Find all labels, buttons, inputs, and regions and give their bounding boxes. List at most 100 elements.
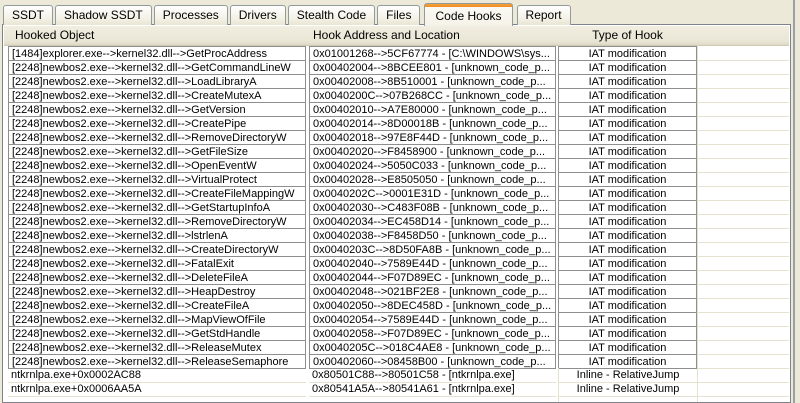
table-row[interactable]: [2248]newbos2.exe-->kernel32.dll-->Delet… <box>4 270 789 285</box>
table-row[interactable]: [2248]newbos2.exe-->kernel32.dll-->Creat… <box>4 298 789 313</box>
table-row[interactable]: [2248]newbos2.exe-->kernel32.dll-->HeapD… <box>4 284 789 299</box>
cell-filler <box>697 298 789 313</box>
table-row[interactable]: ntkrnlpa.exe+0x0006AA5A0x80541A5A-->8054… <box>4 382 789 397</box>
cell-hook-type: IAT modification <box>558 200 697 215</box>
table-row[interactable]: [2248]newbos2.exe-->kernel32.dll-->LoadL… <box>4 74 789 89</box>
cell-hook-type: IAT modification <box>558 214 697 229</box>
cell-filler <box>697 340 789 355</box>
cell-hook-address: 0x00402040-->7589E44D - [unknown_code_p.… <box>309 256 556 271</box>
table-row[interactable]: [2248]newbos2.exe-->kernel32.dll-->GetSt… <box>4 200 789 215</box>
table-row[interactable]: [2248]newbos2.exe-->kernel32.dll-->MapVi… <box>4 312 789 327</box>
table-row[interactable]: [2248]newbos2.exe-->kernel32.dll-->GetVe… <box>4 102 789 117</box>
table-row[interactable]: [2248]newbos2.exe-->kernel32.dll-->lstrl… <box>4 228 789 243</box>
cell-filler <box>697 130 789 145</box>
cell-filler <box>697 88 789 103</box>
table-row[interactable]: [2248]newbos2.exe-->kernel32.dll-->Creat… <box>4 116 789 131</box>
table-row[interactable]: [2248]newbos2.exe-->kernel32.dll-->Fatal… <box>4 256 789 271</box>
tab-files[interactable]: Files <box>377 5 420 25</box>
cell-filler <box>697 368 789 383</box>
column-header-type-of-hook[interactable]: Type of Hook <box>558 26 697 45</box>
cell-hook-address: 0x00402018-->97E8F44D - [unknown_code_p.… <box>309 130 556 145</box>
cell-hook-address: 0x00402044-->F07D89EC - [unknown_code_p.… <box>309 270 556 285</box>
cell-hook-type: IAT modification <box>558 256 697 271</box>
cell-hook-address: 0x01001268-->5CF67774 - [C:\WINDOWS\sys.… <box>309 46 556 61</box>
cell-hook-type: IAT modification <box>558 60 697 75</box>
cell-filler <box>697 214 789 229</box>
cell-filler <box>697 242 789 257</box>
table-row[interactable]: [2248]newbos2.exe-->kernel32.dll-->Remov… <box>4 130 789 145</box>
cell-hook-type: IAT modification <box>558 284 697 299</box>
tab-shadow-ssdt[interactable]: Shadow SSDT <box>55 5 152 25</box>
cell-hooked-object: [2248]newbos2.exe-->kernel32.dll-->Creat… <box>8 88 306 103</box>
table-row[interactable]: [2248]newbos2.exe-->kernel32.dll-->GetCo… <box>4 60 789 75</box>
tab-processes[interactable]: Processes <box>154 5 228 25</box>
cell-filler <box>697 158 789 173</box>
cell-hooked-object: [2248]newbos2.exe-->kernel32.dll-->MapVi… <box>8 312 306 327</box>
table-row[interactable]: [2248]newbos2.exe-->kernel32.dll-->Creat… <box>4 242 789 257</box>
tab-drivers[interactable]: Drivers <box>230 5 286 25</box>
cell-filler <box>697 144 789 159</box>
table-row[interactable]: [2248]newbos2.exe-->kernel32.dll-->Creat… <box>4 88 789 103</box>
table-row[interactable]: [2248]newbos2.exe-->kernel32.dll-->Remov… <box>4 214 789 229</box>
cell-hook-address: 0x00402054-->7589E44D - [unknown_code_p.… <box>309 312 556 327</box>
tab-report[interactable]: Report <box>517 5 571 25</box>
cell-filler <box>697 312 789 327</box>
cell-hooked-object: [2248]newbos2.exe-->kernel32.dll-->LoadL… <box>8 74 306 89</box>
cell-hooked-object: [2248]newbos2.exe-->kernel32.dll-->Creat… <box>8 116 306 131</box>
cell-hook-address: 0x00402014-->8D00018B - [unknown_code_p.… <box>309 116 556 131</box>
cell-hook-type: IAT modification <box>558 242 697 257</box>
window-right-edge <box>793 0 800 403</box>
cell-hook-address: 0x00402024-->5050C033 - [unknown_code_p.… <box>309 158 556 173</box>
tab-stealth-code[interactable]: Stealth Code <box>288 5 375 25</box>
cell-hook-type: IAT modification <box>558 46 697 61</box>
table-row[interactable]: ntkrnlpa.exe+0x0002AC880x80501C88-->8050… <box>4 368 789 383</box>
cell-hook-address: 0x00402038-->F8458D50 - [unknown_code_p.… <box>309 228 556 243</box>
cell-hooked-object: [2248]newbos2.exe-->kernel32.dll-->OpenE… <box>8 158 306 173</box>
cell-hook-type <box>558 396 697 403</box>
cell-filler <box>697 102 789 117</box>
cell-hook-type: IAT modification <box>558 74 697 89</box>
cell-hooked-object: [2248]newbos2.exe-->kernel32.dll-->GetSt… <box>8 326 306 341</box>
table-row[interactable]: [2248]newbos2.exe-->kernel32.dll-->Virtu… <box>4 172 789 187</box>
cell-filler <box>697 116 789 131</box>
table-row[interactable]: [2248]newbos2.exe-->kernel32.dll-->Relea… <box>4 354 789 369</box>
cell-hooked-object: [2248]newbos2.exe-->kernel32.dll-->Creat… <box>8 186 306 201</box>
cell-hooked-object: [2248]newbos2.exe-->kernel32.dll-->Fatal… <box>8 256 306 271</box>
table-row[interactable]: [2248]newbos2.exe-->kernel32.dll-->OpenE… <box>4 158 789 173</box>
cell-hook-address: 0x80501C88-->80501C58 - [ntkrnlpa.exe] <box>309 368 556 383</box>
table-row[interactable]: [1484]explorer.exe-->kernel32.dll-->GetP… <box>4 46 789 61</box>
cell-hooked-object: [2248]newbos2.exe-->kernel32.dll-->Creat… <box>8 242 306 257</box>
cell-filler <box>697 396 789 403</box>
cell-hook-address: 0x00402058-->F07D89EC - [unknown_code_p.… <box>309 326 556 341</box>
table-row[interactable] <box>4 396 789 403</box>
cell-hooked-object: [2248]newbos2.exe-->kernel32.dll-->Delet… <box>8 270 306 285</box>
cell-filler <box>697 74 789 89</box>
cell-hooked-object: [2248]newbos2.exe-->kernel32.dll-->Remov… <box>8 130 306 145</box>
cell-hook-address: 0x00402020-->F8458900 - [unknown_code_p.… <box>309 144 556 159</box>
cell-hook-address: 0x00402048-->021BF2E8 - [unknown_code_p.… <box>309 284 556 299</box>
cell-filler <box>697 60 789 75</box>
table-row[interactable]: [2248]newbos2.exe-->kernel32.dll-->GetSt… <box>4 326 789 341</box>
column-header-hook-address[interactable]: Hook Address and Location <box>309 26 556 45</box>
cell-hooked-object: [2248]newbos2.exe-->kernel32.dll-->GetSt… <box>8 200 306 215</box>
cell-hook-address: 0x0040202C-->0001E31D - [unknown_code_p.… <box>309 186 556 201</box>
table-row[interactable]: [2248]newbos2.exe-->kernel32.dll-->Relea… <box>4 340 789 355</box>
tab-bar: SSDT Shadow SSDT Processes Drivers Steal… <box>3 2 573 25</box>
cell-hook-type: IAT modification <box>558 88 697 103</box>
cell-hooked-object: [1484]explorer.exe-->kernel32.dll-->GetP… <box>8 46 306 61</box>
cell-hooked-object: ntkrnlpa.exe+0x0002AC88 <box>8 368 306 383</box>
table-row[interactable]: [2248]newbos2.exe-->kernel32.dll-->GetFi… <box>4 144 789 159</box>
tab-code-hooks[interactable]: Code Hooks <box>424 3 512 26</box>
column-header-hooked-object[interactable]: Hooked Object <box>8 26 306 45</box>
cell-filler <box>697 256 789 271</box>
tab-ssdt[interactable]: SSDT <box>3 5 53 25</box>
cell-hook-type: IAT modification <box>558 340 697 355</box>
cell-filler <box>697 228 789 243</box>
cell-filler <box>697 186 789 201</box>
cell-hook-type: IAT modification <box>558 186 697 201</box>
cell-hook-type: IAT modification <box>558 158 697 173</box>
cell-hook-address: 0x0040205C-->018C4AE8 - [unknown_code_p.… <box>309 340 556 355</box>
table-body: [1484]explorer.exe-->kernel32.dll-->GetP… <box>4 46 789 403</box>
table-row[interactable]: [2248]newbos2.exe-->kernel32.dll-->Creat… <box>4 186 789 201</box>
cell-hook-address: 0x00402028-->E8505050 - [unknown_code_p.… <box>309 172 556 187</box>
